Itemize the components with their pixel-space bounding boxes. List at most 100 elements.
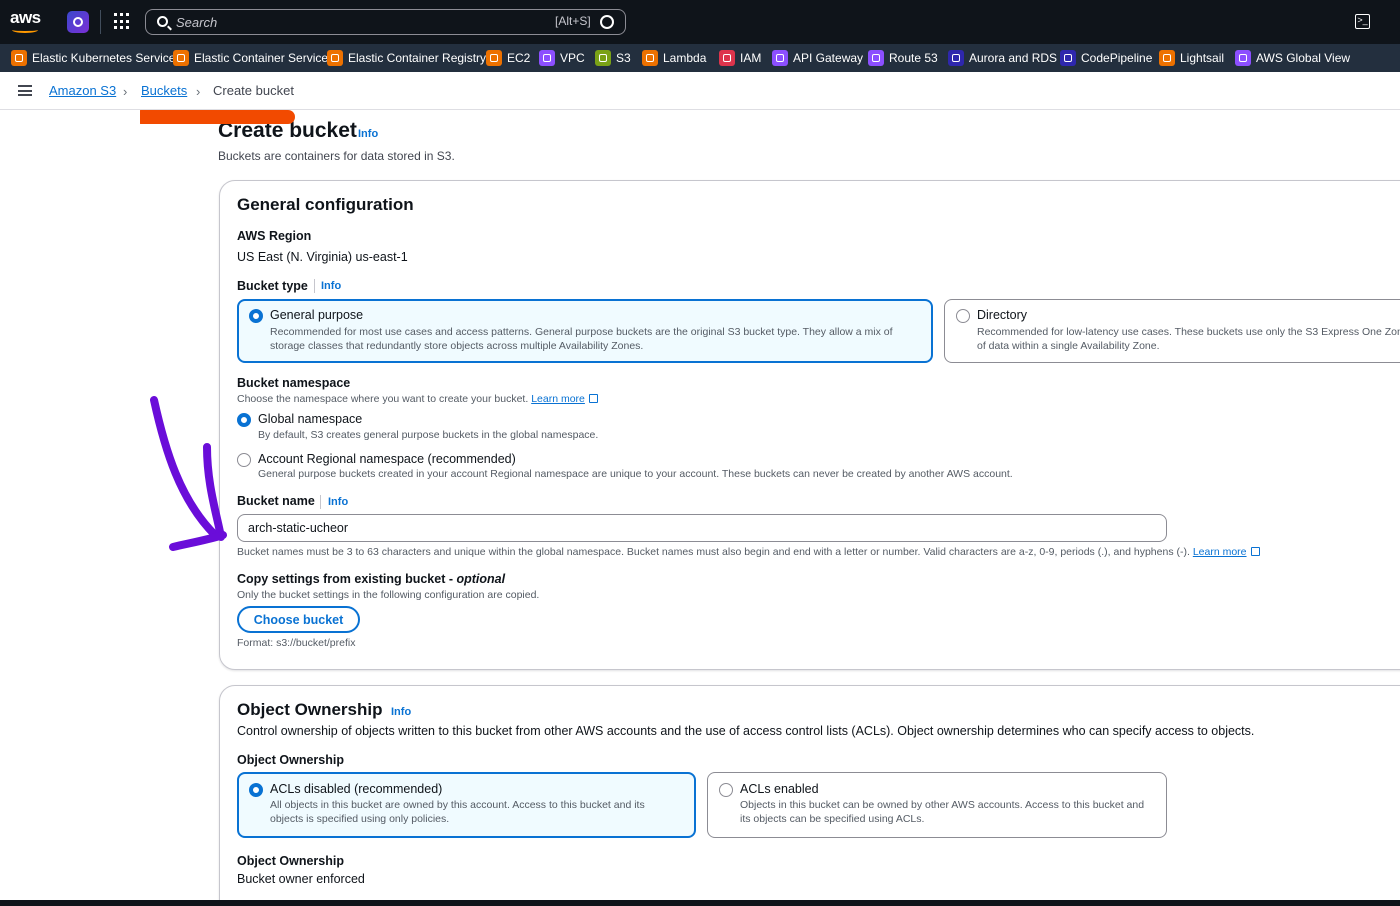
breadcrumb: Amazon S3 › Buckets › Create bucket: [0, 72, 1400, 110]
bucket-namespace-description: Choose the namespace where you want to c…: [237, 393, 598, 405]
aws-logo[interactable]: aws: [10, 8, 44, 34]
bucket-namespace-label: Bucket namespace: [237, 376, 351, 390]
acls-disabled-tile[interactable]: ACLs disabled (recommended) All objects …: [237, 772, 696, 838]
favorite-label: Elastic Kubernetes Service: [32, 51, 176, 65]
favorite-label: Elastic Container Service: [194, 51, 329, 65]
favorite-label: S3: [616, 51, 631, 65]
search-input[interactable]: [176, 13, 536, 31]
global-namespace-title: Global namespace: [258, 412, 363, 426]
choose-bucket-button[interactable]: Choose bucket: [237, 606, 360, 633]
breadcrumb-amazon-s3[interactable]: Amazon S3: [49, 83, 116, 98]
favorite-iam[interactable]: IAM: [719, 49, 761, 67]
object-ownership-result-value: Bucket owner enforced: [237, 872, 365, 886]
service-icon: [486, 50, 502, 66]
bucket-name-hint: Bucket names must be 3 to 63 characters …: [237, 546, 1260, 558]
aws-region-label: AWS Region: [237, 229, 312, 243]
tile-title: General purpose: [270, 308, 364, 322]
global-namespace-description: By default, S3 creates general purpose b…: [258, 429, 599, 441]
favorite-label: VPC: [560, 51, 585, 65]
favorite-s3[interactable]: S3: [595, 49, 631, 67]
external-link-icon: [1250, 547, 1260, 556]
radio-unselected[interactable]: [719, 783, 733, 797]
regional-namespace-description: General purpose buckets created in your …: [258, 468, 1013, 480]
favorite-label: CodePipeline: [1081, 51, 1153, 65]
service-icon: [595, 50, 611, 66]
copy-settings-text: Copy settings from existing bucket -: [237, 572, 457, 586]
object-ownership-info-link[interactable]: Info: [391, 706, 411, 718]
search-shortcut-hint: [Alt+S]: [555, 14, 591, 28]
favorite-elastic-container-service[interactable]: Elastic Container Service: [173, 49, 328, 67]
services-menu-icon[interactable]: [114, 13, 131, 30]
favorite-label: Elastic Container Registry: [348, 51, 487, 65]
orange-highlight-annotation: [140, 110, 295, 124]
favorites-bar: Elastic Kubernetes Service Elastic Contai…: [0, 44, 1400, 72]
favorite-label: Lambda: [663, 51, 707, 65]
service-icon: [539, 50, 555, 66]
bucket-name-input[interactable]: [237, 514, 1167, 542]
service-icon: [11, 50, 27, 66]
regional-namespace-radio[interactable]: [237, 453, 251, 467]
bucket-name-info-link[interactable]: Info: [328, 496, 348, 508]
format-hint: Format: s3://bucket/prefix: [237, 637, 356, 649]
nav-divider: [100, 10, 101, 34]
object-ownership-label: Object Ownership: [237, 753, 344, 767]
favorite-label: IAM: [740, 51, 762, 65]
favorite-api-gateway[interactable]: API Gateway: [772, 49, 863, 67]
favorite-lambda[interactable]: Lambda: [642, 49, 706, 67]
search-assist-icon: [600, 15, 614, 29]
object-ownership-result-label: Object Ownership: [237, 854, 344, 868]
divider: [314, 279, 315, 293]
favorite-label: Route 53: [889, 51, 938, 65]
purple-arrow-annotation: [150, 396, 227, 551]
favorite-route-53[interactable]: Route 53: [868, 49, 938, 67]
bucket-type-directory[interactable]: Directory Recommended for low-latency us…: [944, 299, 1400, 363]
favorite-label: Lightsail: [1180, 51, 1225, 65]
favorite-label: AWS Global View: [1256, 51, 1351, 65]
object-ownership-description: Control ownership of objects written to …: [237, 724, 1255, 738]
bucket-name-label: Bucket name: [237, 494, 315, 508]
radio-selected[interactable]: [249, 309, 263, 323]
search-icon: [157, 16, 168, 27]
copy-settings-description: Only the bucket settings in the followin…: [237, 589, 540, 601]
favorite-aws-global-view[interactable]: AWS Global View: [1235, 49, 1350, 67]
service-icon: [327, 50, 343, 66]
page-description: Buckets are containers for data stored i…: [218, 149, 455, 163]
favorite-vpc[interactable]: VPC: [539, 49, 585, 67]
favorite-ec2[interactable]: EC2: [486, 49, 530, 67]
favorite-elastic-container-registry[interactable]: Elastic Container Registry: [327, 49, 486, 67]
service-icon: [772, 50, 788, 66]
info-link[interactable]: Info: [358, 128, 378, 140]
favorite-codepipeline[interactable]: CodePipeline: [1060, 49, 1152, 67]
learn-more-link[interactable]: Learn more: [531, 393, 585, 405]
radio-unselected[interactable]: [956, 309, 970, 323]
learn-more-link[interactable]: Learn more: [1193, 546, 1247, 558]
tile-description: Recommended for most use cases and acces…: [270, 326, 893, 352]
bucket-type-general-purpose[interactable]: General purpose Recommended for most use…: [237, 299, 933, 363]
radio-selected[interactable]: [249, 783, 263, 797]
bucket-type-info-link[interactable]: Info: [321, 280, 341, 292]
top-navigation: aws [Alt+S] >_: [0, 0, 1400, 44]
general-configuration-title: General configuration: [237, 195, 414, 214]
favorite-aurora-and-rds[interactable]: Aurora and RDS: [948, 49, 1057, 67]
copy-settings-label: Copy settings from existing bucket - opt…: [237, 572, 505, 586]
optional-text: optional: [456, 572, 506, 586]
bottom-edge: [0, 900, 1400, 906]
service-icon: [173, 50, 189, 66]
acls-enabled-tile[interactable]: ACLs enabled Objects in this bucket can …: [707, 772, 1167, 838]
global-namespace-radio[interactable]: [237, 413, 251, 427]
tile-description: Objects in this bucket can be owned by o…: [740, 799, 1145, 825]
service-icon: [948, 50, 964, 66]
favorite-lightsail[interactable]: Lightsail: [1159, 49, 1224, 67]
search-box[interactable]: [Alt+S]: [145, 9, 626, 35]
breadcrumb-buckets[interactable]: Buckets: [141, 83, 187, 98]
tile-title: Directory: [977, 308, 1028, 322]
service-icon: [868, 50, 884, 66]
menu-icon[interactable]: [18, 85, 32, 96]
amazon-q-icon[interactable]: [67, 11, 89, 33]
breadcrumb-create-bucket: Create bucket: [213, 83, 294, 98]
favorite-elastic-kubernetes-service[interactable]: Elastic Kubernetes Service: [11, 49, 175, 67]
service-icon: [1235, 50, 1251, 66]
aws-region-value: US East (N. Virginia) us-east-1: [237, 250, 408, 264]
cloudshell-icon[interactable]: >_: [1355, 14, 1370, 29]
bucket-name-hint-text: Bucket names must be 3 to 63 characters …: [237, 546, 1190, 558]
